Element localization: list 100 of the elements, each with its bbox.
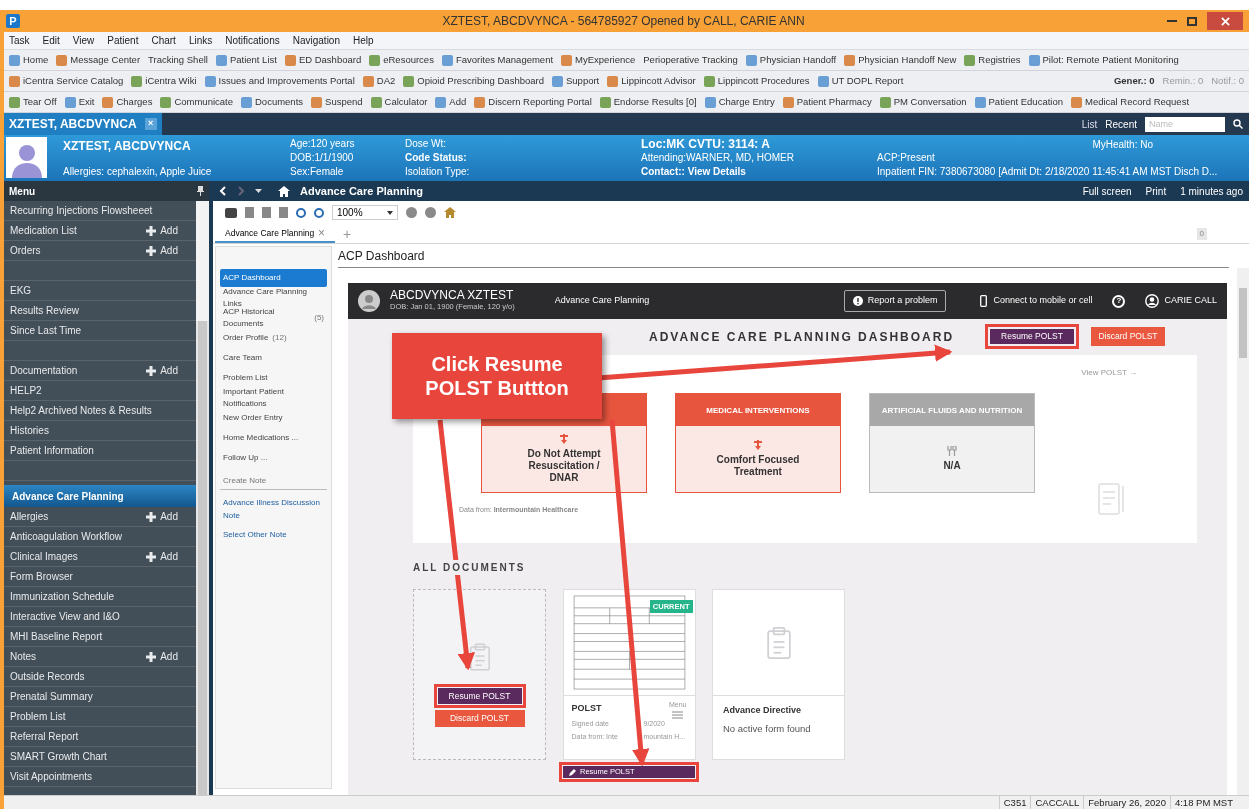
connect-mobile-link[interactable]: Connect to mobile or cell [980,294,1093,308]
toolbar-button[interactable]: Pilot: Remote Patient Monitoring [1028,52,1179,68]
nav-link[interactable]: Follow Up ... [220,449,327,467]
toolbar-button[interactable]: Patient Education [974,94,1063,110]
patient-tab[interactable]: XZTEST, ABCDVYNCA × [4,113,162,135]
toolbar-button[interactable]: Calculator [370,94,428,110]
counter-label[interactable]: Gener.: 0 [1113,73,1155,89]
tab-close-button[interactable]: × [318,224,325,242]
nav-link[interactable]: Home Medications ... [220,429,327,447]
menu-item[interactable]: SMART Growth Chart [10,749,107,764]
toolbar-button[interactable]: Medical Record Request [1071,94,1190,110]
nav-link[interactable]: Important Patient Notifications [220,389,327,407]
name-search-field[interactable]: Name [1145,116,1225,132]
nav-link[interactable]: Order Profile (12) [220,329,327,347]
menu-item[interactable]: Recurring Injections Flowsheeet [10,203,153,218]
toolbar-button[interactable]: Physician Handoff [745,52,837,68]
recent-button[interactable]: Recent [1105,116,1137,132]
toolbar-button[interactable]: Patient Pharmacy [782,94,872,110]
toolbar-button[interactable]: Charge Entry [704,94,775,110]
nav-link[interactable]: Problem List [220,369,327,387]
menu-bar-item[interactable]: Notifications [225,33,280,48]
document-tab[interactable]: Advance Care Planning × [215,225,335,243]
toolbar-button[interactable]: Documents [241,94,304,110]
toolbar-button[interactable]: UT DOPL Report [817,73,904,89]
pin-icon[interactable] [197,186,204,196]
zoom-in-icon[interactable] [314,207,324,218]
toolbar-button[interactable]: Favorites Management [441,52,554,68]
menu-bar-item[interactable]: Chart [151,33,176,48]
nav-link[interactable]: ACP Historical Documents (5) [220,309,327,327]
resume-polst-button[interactable]: Resume POLST [990,329,1074,344]
nav-link[interactable]: Advance Care Planning Links [220,289,327,307]
note-link[interactable]: Select Other Note [220,528,327,541]
add-button[interactable]: Add [146,243,178,258]
menu-item[interactable]: Notes [10,649,37,664]
toolbar-button[interactable]: Lippincott Advisor [607,73,696,89]
add-button[interactable]: Add [146,549,178,564]
back-icon[interactable] [219,186,227,196]
maximize-button[interactable] [1187,16,1197,26]
menu-bar-item[interactable]: Help [353,33,374,48]
menu-item[interactable]: Outside Records [10,669,85,684]
toolbar-button[interactable]: iCentra Wiki [131,73,197,89]
list-button[interactable]: List [1081,116,1098,132]
toolbar-button[interactable]: PM Conversation [879,94,967,110]
scrollbar[interactable] [196,201,209,795]
toolbar-button[interactable]: Registries [964,52,1021,68]
report-problem-button[interactable]: Report a problem [843,290,947,312]
toolbar-button[interactable]: Communicate [160,94,233,110]
toolbar-button[interactable]: Issues and Improvements Portal [204,73,355,89]
menu-item[interactable]: Interactive View and I&O [10,609,120,624]
menu-item[interactable]: Results Review [10,303,79,318]
toolbar-button[interactable]: Lippincott Procedures [703,73,810,89]
toolbar-button[interactable]: MyExperience [561,52,636,68]
zoom-out-icon[interactable] [296,207,306,218]
menu-item[interactable]: Allergies [10,509,49,524]
menu-item[interactable]: Immunization Schedule [10,589,114,604]
toolbar-button[interactable]: Endorse Results [0] [599,94,697,110]
menu-item[interactable]: Orders [10,243,41,258]
menu-item[interactable]: MHI Baseline Report [10,629,103,644]
search-icon[interactable] [1233,119,1243,129]
user-menu[interactable]: CARIE CALL [1145,294,1217,308]
menu-item[interactable]: Problem List [10,709,66,724]
discard-polst-button[interactable]: Discard POLST [434,710,525,727]
toolbar-button[interactable]: Charges [102,94,153,110]
menu-item[interactable]: Medication List [10,223,77,238]
menu-item[interactable]: Patient Information [10,443,94,458]
note-link[interactable]: Advance Illness Discussion Note [220,496,327,522]
page-action[interactable]: Print [1145,183,1167,199]
nav-link[interactable]: New Order Entry [220,409,327,427]
menu-item[interactable]: Anticoagulation Workflow [10,529,123,544]
zoom-select[interactable]: 100% [332,205,398,220]
toolbar-button[interactable]: Physician Handoff New [844,52,957,68]
menu-item[interactable]: Form Browser [10,569,73,584]
page-action[interactable]: Full screen [1082,183,1132,199]
toolbar-button[interactable]: Tear Off [9,94,57,110]
menu-bar-item[interactable]: Edit [42,33,60,48]
caret-icon[interactable] [255,189,262,193]
scrollbar[interactable] [1237,268,1249,795]
toolbar-button[interactable]: Patient List [215,52,277,68]
toolbar-button[interactable]: DA2 [362,73,396,89]
add-button[interactable]: Add [146,509,178,524]
page-action[interactable]: 1 minutes ago [1180,183,1243,199]
menu-item[interactable]: Visit Appointments [10,769,93,784]
close-button[interactable] [1207,12,1243,30]
nav-link[interactable]: ACP Dashboard [220,269,327,287]
menu-item[interactable]: HELP2 [10,383,42,398]
toolbar-button[interactable]: ED Dashboard [284,52,362,68]
toolbar-button[interactable]: Perioperative Tracking [643,52,738,68]
toolbar-button[interactable]: Tracking Shell [148,52,208,68]
discard-polst-button[interactable]: Discard POLST [1091,327,1165,346]
menu-item[interactable]: EKG [10,283,32,298]
menu-bar-item[interactable]: Task [9,33,30,48]
toolbar-button[interactable]: Exit [64,94,95,110]
toolbar-button[interactable]: eResources [369,52,434,68]
toolbar-button[interactable]: Add [435,94,467,110]
toolbar-button[interactable]: iCentra Service Catalog [9,73,124,89]
resume-polst-button[interactable]: Resume POLST [437,688,522,704]
menu-bar-item[interactable]: Links [188,33,213,48]
add-button[interactable]: Add [146,649,178,664]
toolbar-button[interactable]: Message Center [56,52,141,68]
menu-item[interactable]: Since Last Time [10,323,82,338]
